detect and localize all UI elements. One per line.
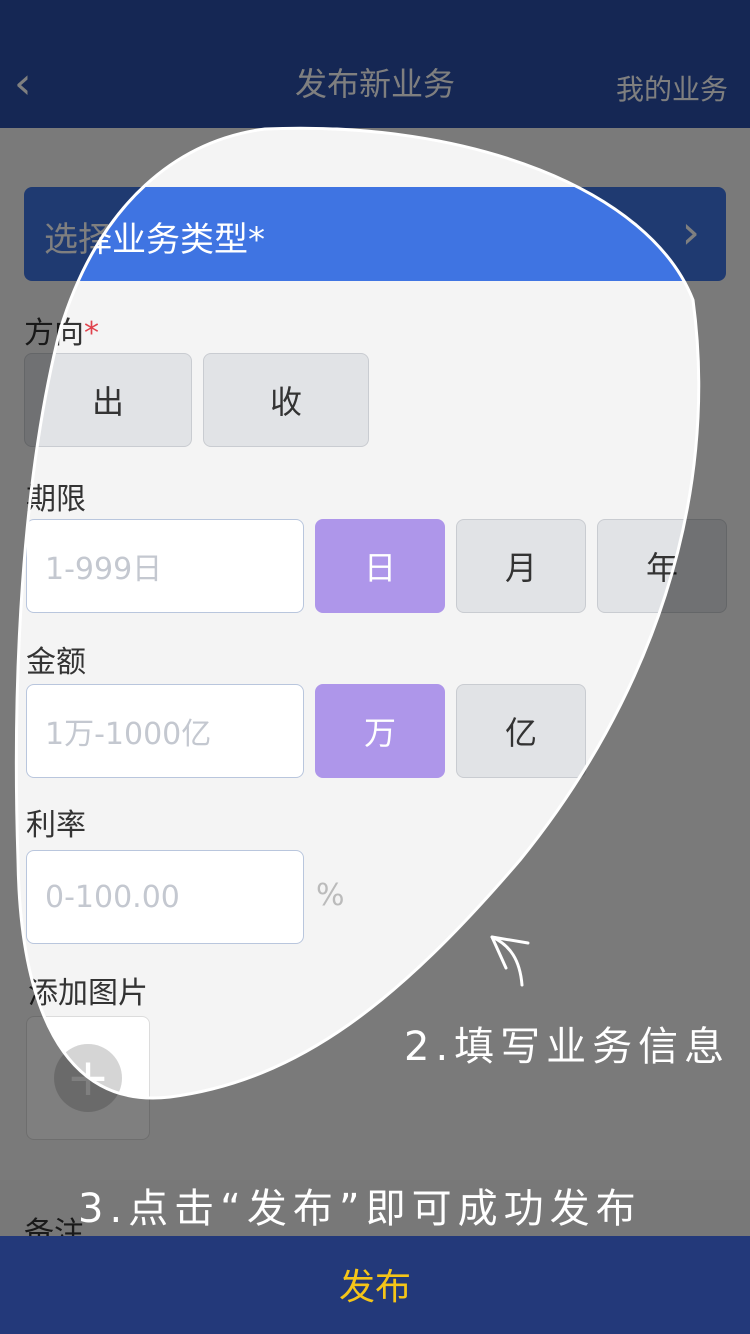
- publish-button[interactable]: 发布: [0, 1258, 750, 1310]
- tutorial-overlay: [0, 0, 750, 1334]
- tutorial-step3-text: 3.点击“发布”即可成功发布: [78, 1186, 642, 1232]
- tutorial-step2-text: 2.填写业务信息: [404, 1024, 731, 1070]
